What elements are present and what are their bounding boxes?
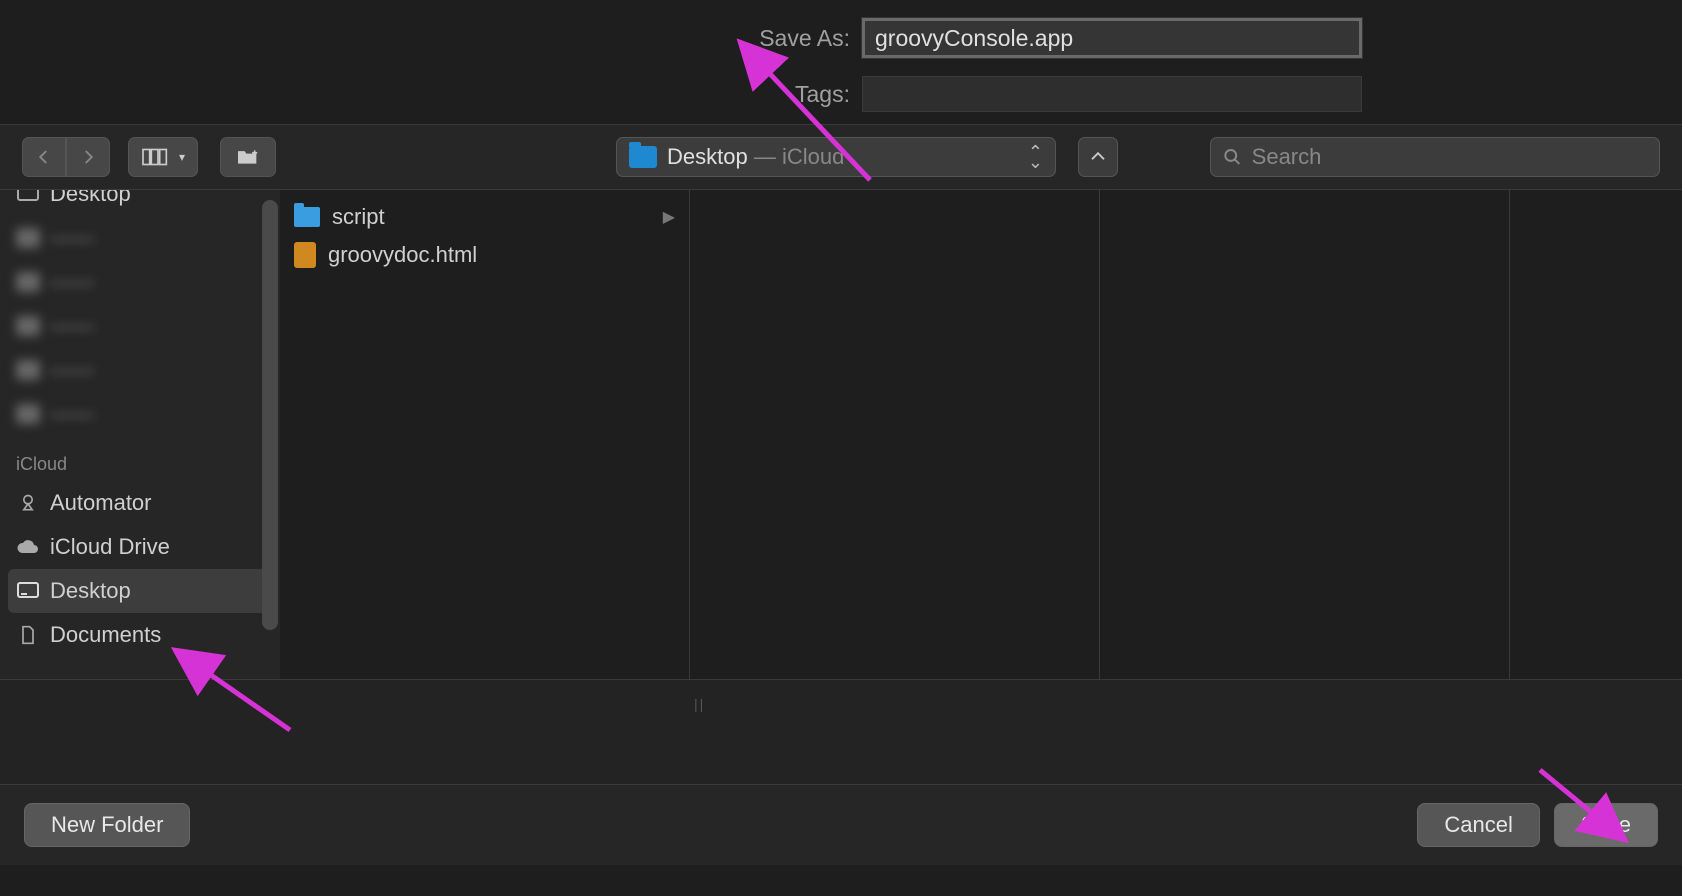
file-column-2 bbox=[690, 190, 1100, 679]
view-mode-button[interactable]: ▾ bbox=[128, 137, 198, 177]
scrollbar-thumb[interactable] bbox=[262, 200, 278, 630]
folder-plus-icon bbox=[235, 147, 261, 167]
automator-icon bbox=[16, 493, 40, 513]
search-icon bbox=[1223, 147, 1242, 167]
new-folder-button[interactable]: New Folder bbox=[24, 803, 190, 847]
sidebar-item-blurred[interactable]: —— bbox=[0, 348, 280, 392]
forward-button[interactable] bbox=[66, 137, 110, 177]
sidebar-item-automator[interactable]: Automator bbox=[0, 481, 280, 525]
sidebar-item-blurred[interactable]: —— bbox=[0, 392, 280, 436]
sidebar-item-documents[interactable]: Documents bbox=[0, 613, 280, 657]
sidebar: Desktop —— —— —— —— —— iCloud Automator … bbox=[0, 190, 280, 679]
location-text: Desktop — iCloud bbox=[667, 144, 844, 170]
sidebar-item-icloud-drive[interactable]: iCloud Drive bbox=[0, 525, 280, 569]
folder-icon bbox=[629, 146, 657, 168]
sidebar-item-desktop-fav[interactable]: Desktop bbox=[0, 190, 280, 216]
chevron-right-icon: ▶ bbox=[663, 207, 675, 227]
folder-icon bbox=[294, 207, 320, 227]
save-as-label: Save As: bbox=[320, 25, 850, 52]
blank-area bbox=[0, 680, 1682, 784]
file-column-1: script ▶ groovydoc.html bbox=[280, 190, 690, 679]
file-column-4 bbox=[1510, 190, 1682, 679]
chevron-left-icon bbox=[35, 148, 53, 166]
chevron-up-icon bbox=[1089, 148, 1107, 166]
tags-label: Tags: bbox=[320, 81, 850, 108]
html-file-icon bbox=[294, 242, 316, 268]
desktop-icon bbox=[16, 581, 40, 601]
footer: New Folder Cancel Save bbox=[0, 785, 1682, 865]
collapse-button[interactable] bbox=[1078, 137, 1118, 177]
updown-icon: ⌃⌄ bbox=[1028, 147, 1043, 167]
save-as-input[interactable] bbox=[862, 18, 1362, 58]
desktop-icon bbox=[16, 190, 40, 204]
toolbar: ▾ Desktop — iCloud ⌃⌄ bbox=[0, 125, 1682, 189]
search-input[interactable] bbox=[1252, 144, 1647, 170]
columns-icon bbox=[141, 147, 175, 167]
sidebar-item-blurred[interactable]: —— bbox=[0, 216, 280, 260]
save-button[interactable]: Save bbox=[1554, 803, 1658, 847]
sidebar-item-blurred[interactable]: —— bbox=[0, 304, 280, 348]
sidebar-item-desktop[interactable]: Desktop bbox=[8, 569, 272, 613]
documents-icon bbox=[16, 625, 40, 645]
file-row-html[interactable]: groovydoc.html bbox=[280, 236, 689, 274]
search-box[interactable] bbox=[1210, 137, 1660, 177]
file-column-3 bbox=[1100, 190, 1510, 679]
back-button[interactable] bbox=[22, 137, 66, 177]
cancel-button[interactable]: Cancel bbox=[1417, 803, 1539, 847]
column-resize-handle[interactable]: || bbox=[694, 696, 705, 712]
file-row-folder[interactable]: script ▶ bbox=[280, 198, 689, 236]
sidebar-item-blurred[interactable]: —— bbox=[0, 260, 280, 304]
cloud-icon bbox=[16, 537, 40, 557]
chevron-right-icon bbox=[79, 148, 97, 166]
sidebar-section-icloud: iCloud bbox=[0, 436, 280, 481]
group-button[interactable] bbox=[220, 137, 276, 177]
tags-input[interactable] bbox=[862, 76, 1362, 112]
location-dropdown[interactable]: Desktop — iCloud ⌃⌄ bbox=[616, 137, 1056, 177]
chevron-down-icon: ▾ bbox=[179, 150, 185, 164]
